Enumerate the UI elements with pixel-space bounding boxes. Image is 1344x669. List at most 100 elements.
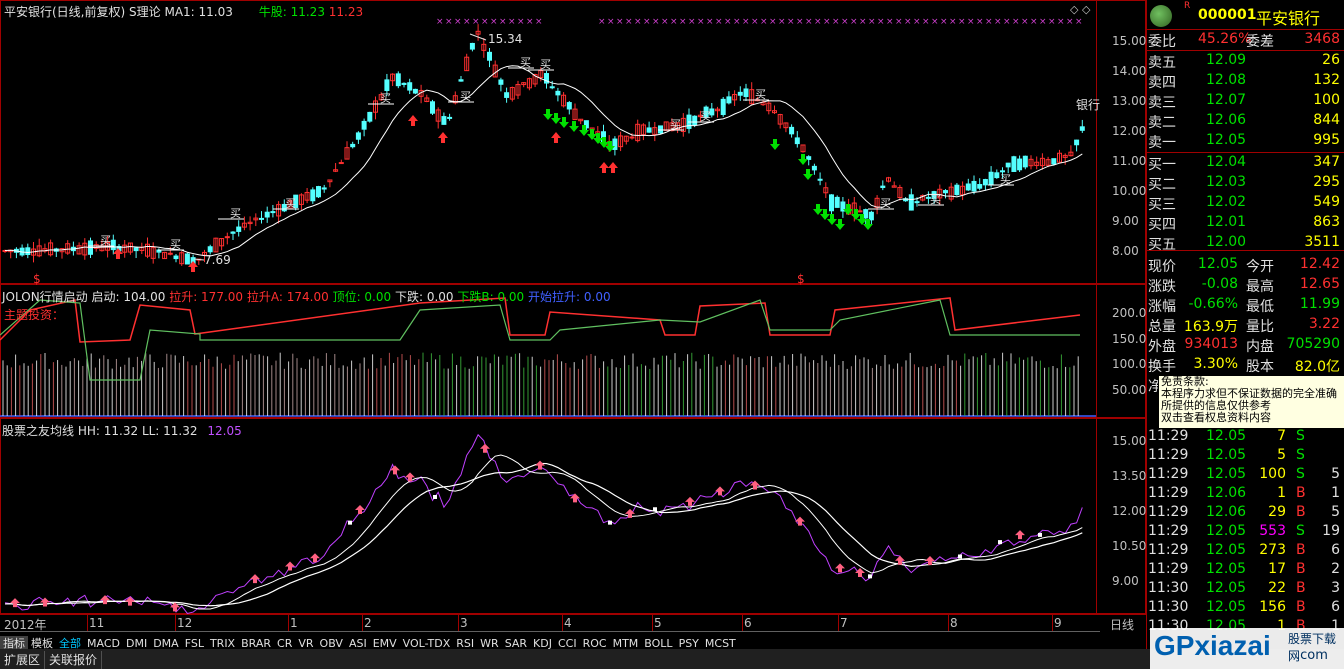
candle-body [555,90,561,96]
candle-body [395,73,401,87]
signal-marker: × [1075,17,1083,27]
bid-label: 买四 [1148,217,1176,233]
candle-body [566,102,572,110]
hh-value: HH: 11.32 [77,424,139,438]
candle-body [316,186,321,198]
buy-label: 买 [930,193,941,206]
signal-marker: × [1066,17,1074,27]
signal-marker: × [643,17,651,27]
tick-price: 12.05 [1206,447,1247,463]
candle-body [811,165,817,171]
tick-volume: 22 [1268,580,1286,596]
lashen-a-value: 拉升A: 174.00 [246,290,329,304]
signal-marker: × [976,17,984,27]
ma-buy-arrow [570,493,580,503]
month-tick [562,615,563,631]
ask-row: 卖三 12.07 100 [1148,91,1342,111]
signal-marker: × [481,17,489,27]
tab-related-quotes[interactable]: 关联报价 [45,651,103,669]
signal-marker: × [598,17,606,27]
date-axis: 2012年 11 12 1 2 3 4 5 6 7 8 9 日线 [0,614,1146,632]
candle-body [173,255,179,260]
tick-row: 11:29 12.05 273 B 6 [1148,541,1342,561]
signal-marker: × [886,17,894,27]
candle-body [943,190,948,194]
ma-axis-tick: 15.00 [1112,434,1147,448]
signal-marker: × [751,17,759,27]
bid-price: 12.02 [1206,194,1247,210]
watermark-domain: .com [1296,648,1328,663]
main-axis-tick: 9.00 [1112,214,1139,228]
candle-body [1022,155,1028,168]
month-tick [1052,615,1053,631]
signal-marker: × [679,17,687,27]
stat-label-2: 最低 [1246,299,1274,315]
tick-price: 12.06 [1206,504,1247,520]
tick-direction: B [1296,580,1306,596]
period-label[interactable]: 日线 [1110,616,1134,633]
tick-price: 12.05 [1206,599,1247,615]
candle-body [447,116,453,119]
chart-canvas[interactable]: × × × × × × × × × × × × × × × × × × × × × × × × × × × × × × × × × × × × × × × ×… [0,0,1096,614]
ask-label: 卖四 [1148,75,1176,91]
bid-row: 买一 12.04 347 [1148,153,1342,173]
tick-time: 11:29 [1148,561,1189,577]
ll-value: LL: 11.32 [141,424,198,438]
ask-row: 卖一 12.05 995 [1148,131,1342,151]
tick-time: 11:29 [1148,447,1189,463]
tab-extension[interactable]: 扩展区 [0,651,46,669]
buy-arrow [438,132,448,143]
tick-row: 11:29 12.06 29 B 5 [1148,503,1342,523]
indicator-title[interactable]: JOLON行情启动 [2,290,88,304]
indicator-axis-tick: 100.0 [1112,357,1147,371]
stat-label: 总量 [1148,319,1176,335]
bid-label: 买二 [1148,177,1176,193]
tick-volume: 273 [1259,542,1286,558]
main-axis-tick: 10.00 [1112,184,1147,198]
weibi-row: 委比 45.26% 委差 3468 [1148,30,1342,50]
ma-dot [868,574,872,579]
stock-name: 平安银行 [1256,9,1321,28]
weicha-label: 委差 [1246,34,1274,50]
candle-body [487,51,492,61]
candle-body [789,126,795,135]
month-label: 11 [89,616,105,630]
ask-row: 卖五 12.09 26 [1148,51,1342,71]
qidong-value: 启动: 104.00 [91,290,166,304]
low-price-label: 7.69 [204,253,231,267]
month-tick [948,615,949,631]
stat-row: 外盘 934013 内盘 705290 [1148,335,1342,355]
stat-label: 涨幅 [1148,299,1176,315]
weibi-label: 委比 [1148,34,1176,50]
ma-slow-line [4,462,1083,607]
stat-label-2: 股本 [1246,359,1274,375]
sell-arrow [798,154,808,165]
buy-label: 买 [285,197,296,210]
indicator-tab-bar: 指标 模板 全部 MACD DMI DMA FSL TRIX BRAR CR VR OBV ASI EMV… [0,631,1100,652]
ma-title[interactable]: 股票之友均线 [2,424,74,438]
main-axis-tick: 14.00 [1112,64,1147,78]
candle-body [868,211,874,221]
stat-value-2: 11.99 [1299,296,1340,312]
ma-axis-tick: 12.00 [1112,504,1147,518]
tick-direction: B [1296,561,1306,577]
candle-body [338,162,344,165]
sell-arrow [813,204,823,215]
candle-body [982,179,988,186]
ask-row: 卖四 12.08 132 [1148,71,1342,91]
signal-marker: × [778,17,786,27]
stat-row: 涨跌 -0.08 最高 12.65 [1148,275,1342,295]
candle-body [834,196,840,208]
candle-body [646,127,652,133]
watermark-text: GPxiazai [1154,630,1271,661]
signal-marker: × [715,17,723,27]
candle-body [361,120,367,130]
candle-body [264,211,270,218]
ask-price: 12.08 [1206,72,1247,88]
candle-body [965,183,971,191]
ma-fast-line [4,433,1083,614]
month-label: 3 [460,616,468,630]
candle-body [1000,170,1005,173]
disclaimer-tooltip[interactable]: 免责条款: 本程序力求但不保证数据的完全准确 所提供的信息仅供参考 双击查看权息… [1158,375,1344,429]
main-axis-tick: 12.00 [1112,124,1147,138]
